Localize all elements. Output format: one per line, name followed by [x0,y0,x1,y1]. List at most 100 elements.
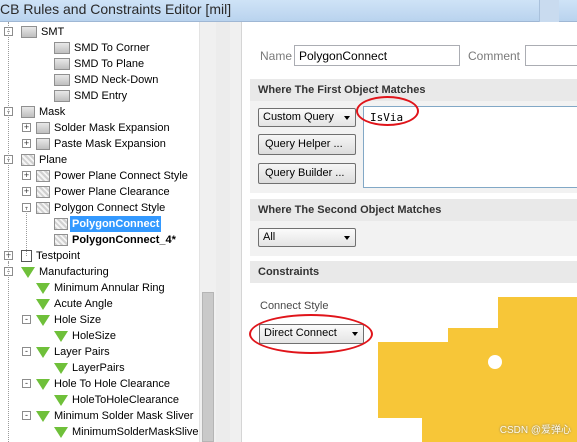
tree-item-label: Power Plane Clearance [54,186,170,198]
tree-item-label: Hole To Hole Clearance [54,378,170,390]
tree-item-label: Polygon Connect Style [54,202,166,214]
window-button[interactable] [539,0,559,22]
watermark: CSDN @爱弹心 [499,425,571,436]
smt-rule-icon [54,74,70,86]
smt-rule-icon [54,42,70,54]
funnel-icon [54,427,68,438]
tree-item-label: Hole Size [54,314,102,326]
tree-item-label: Layer Pairs [54,346,110,358]
tree-item-label: SMD To Plane [74,58,145,70]
tree-item-label: Minimum Solder Mask Sliver [54,410,194,422]
rules-tree[interactable]: SMT - SMD To Corner SMD To Plane SMD Neck-Do… [0,22,230,442]
mask-rule-icon [36,122,50,134]
tree-item[interactable]: Minimum Annular Ring [36,280,167,296]
plane-icon [21,154,35,166]
funnel-icon [54,395,68,406]
tree-item[interactable]: Power Plane Clearance + [22,184,172,200]
tree-item[interactable]: Minimum Solder Mask Sliver - [22,408,195,424]
tree-item[interactable]: LayerPairs [54,360,127,376]
tree-item[interactable]: SMD To Corner [54,40,152,56]
tree-item[interactable]: Plane - [4,152,69,168]
tree-item[interactable]: SMD Neck-Down [54,72,160,88]
funnel-icon [36,299,50,310]
tree-item-label: Power Plane Connect Style [54,170,188,182]
tree-item[interactable]: HoleToHoleClearance [54,392,181,408]
title-bar: CB Rules and Constraints Editor [mil] [0,0,577,22]
tree-item-label: MinimumSolderMaskSliver [72,426,203,438]
tree-item[interactable]: SMD To Plane [54,56,146,72]
tree-item[interactable]: Solder Mask Expansion + [22,120,172,136]
plane-rule-icon [54,218,68,230]
tree-item-label: PolygonConnect [70,216,162,232]
smt-icon [21,26,37,38]
funnel-icon [36,411,50,422]
tree-guide-line [26,208,27,256]
tree-item-label: SMT [41,26,65,38]
via-hole [488,355,502,369]
tree-item[interactable]: Mask - [4,104,67,120]
tree-item-label: HoleToHoleClearance [72,394,180,406]
tree-item-label: Manufacturing [39,266,109,278]
tree-guide-line [8,262,9,442]
tree-item[interactable]: Polygon Connect Style - [22,200,167,216]
tree-item[interactable]: MinimumSolderMaskSliver [54,424,204,440]
tree-scrollbar[interactable] [199,22,216,442]
tree-item-label: Minimum Annular Ring [54,282,165,294]
connect-style-preview [378,297,577,442]
tree-item-label: SMD Entry [74,90,128,102]
tree-item-label: Solder Mask Expansion [54,122,170,134]
funnel-icon [36,347,50,358]
funnel-icon [54,363,68,374]
plane-rule-icon [36,170,50,182]
tree-item-label: PolygonConnect_4* [72,234,176,246]
tree-guide-line [8,22,9,118]
expand-icon[interactable]: + [22,187,31,196]
expand-icon[interactable]: + [22,171,31,180]
smt-rule-icon [54,90,70,102]
tree-item[interactable]: Hole To Hole Clearance - [22,376,172,392]
plane-rule-icon [36,202,50,214]
tree-item-label: Plane [39,154,68,166]
collapse-icon[interactable]: - [22,379,31,388]
tree-scrollbar-thumb[interactable] [202,292,214,442]
plane-rule-icon [54,234,68,246]
tree-item[interactable]: Acute Angle [36,296,115,312]
tree-item-label: Acute Angle [54,298,113,310]
tree-item[interactable]: Testpoint + [4,248,82,264]
manufacturing-icon [21,267,35,278]
plane-rule-icon [36,186,50,198]
expand-icon[interactable]: + [22,139,31,148]
tree-item[interactable]: SMT - [4,24,66,40]
smt-rule-icon [54,58,70,70]
collapse-icon[interactable]: - [22,411,31,420]
tree-item[interactable]: PolygonConnect [54,216,162,232]
tree-item[interactable]: Manufacturing - [4,264,111,280]
tree-item-label: SMD To Corner [74,42,150,54]
panel-divider[interactable] [216,22,230,442]
window-title: CB Rules and Constraints Editor [mil] [0,1,232,17]
tree-item[interactable]: Paste Mask Expansion + [22,136,168,152]
tree-guide-line [8,160,9,272]
tree-item-label: Paste Mask Expansion [54,138,166,150]
tree-item[interactable]: Hole Size - [22,312,103,328]
tree-item[interactable]: SMD Entry [54,88,129,104]
tree-item-label: HoleSize [72,330,117,342]
mask-rule-icon [36,138,50,150]
tree-item-label: SMD Neck-Down [74,74,159,86]
tree-item[interactable]: HoleSize [54,328,118,344]
tree-item-label: Mask [39,106,66,118]
rule-editor-panel: Name PolygonConnect Comment Where The Fi… [241,22,577,442]
funnel-icon [36,315,50,326]
funnel-icon [54,331,68,342]
tree-item[interactable]: Layer Pairs - [22,344,112,360]
tree-item[interactable]: PolygonConnect_4* [54,232,178,248]
expand-icon[interactable]: + [22,123,31,132]
collapse-icon[interactable]: - [22,347,31,356]
collapse-icon[interactable]: - [22,315,31,324]
tree-item-label: LayerPairs [72,362,125,374]
funnel-icon [36,283,50,294]
tree-item[interactable]: Power Plane Connect Style + [22,168,190,184]
funnel-icon [36,379,50,390]
mask-icon [21,106,35,118]
tree-item-label: Testpoint [36,250,81,262]
